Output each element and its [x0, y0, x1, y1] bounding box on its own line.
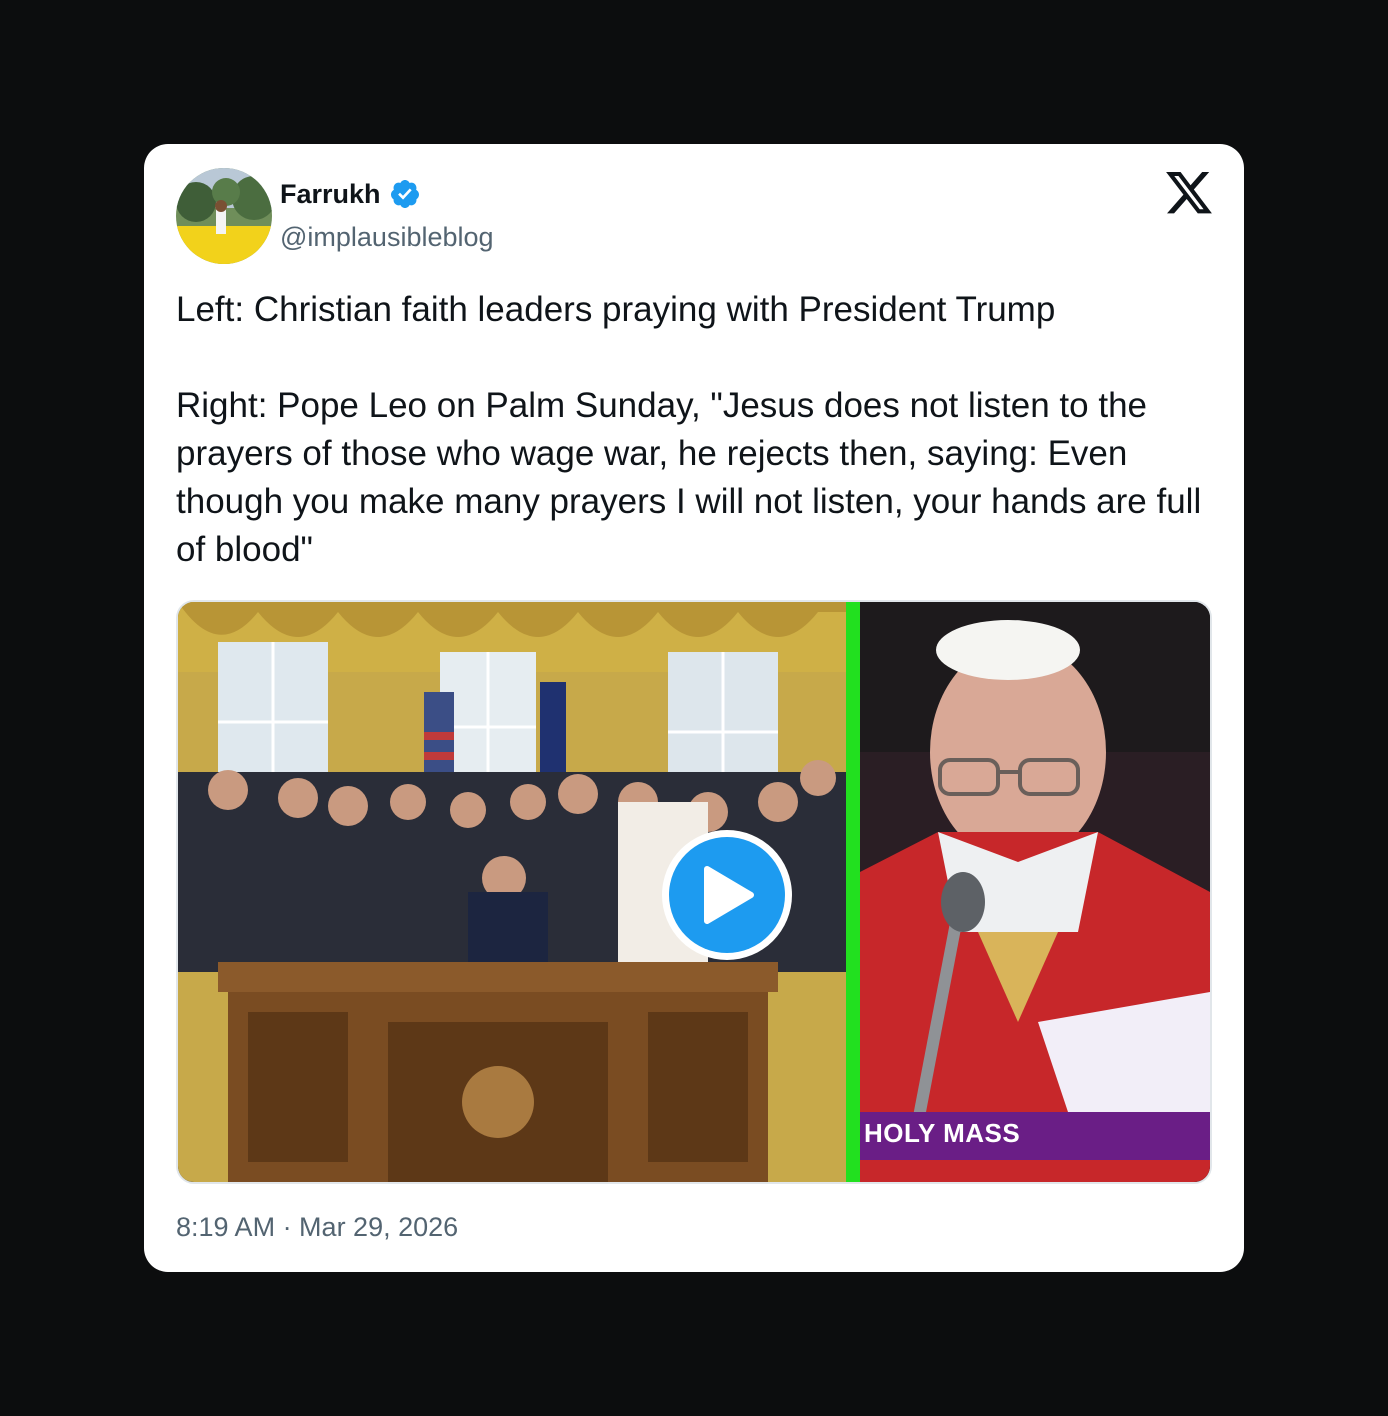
tweet-timestamp[interactable]: 8:19 AM · Mar 29, 2026 — [176, 1212, 458, 1243]
play-button[interactable] — [662, 830, 792, 960]
author-name[interactable]: Farrukh — [280, 179, 381, 210]
tweet-card: Farrukh @implausibleblog Left: Christian… — [144, 144, 1244, 1272]
tweet-text: Left: Christian faith leaders praying wi… — [176, 290, 1202, 569]
author-handle[interactable]: @implausibleblog — [280, 222, 494, 253]
video-caption-text: HOLY MASS — [864, 1118, 1021, 1148]
play-icon[interactable] — [669, 837, 785, 953]
x-logo-icon[interactable] — [1166, 172, 1212, 214]
tweet-media-video[interactable]: HOLY MASS — [176, 600, 1212, 1184]
avatar[interactable] — [176, 168, 272, 264]
author-name-row[interactable]: Farrukh — [280, 178, 421, 210]
verified-badge-icon — [389, 178, 421, 210]
